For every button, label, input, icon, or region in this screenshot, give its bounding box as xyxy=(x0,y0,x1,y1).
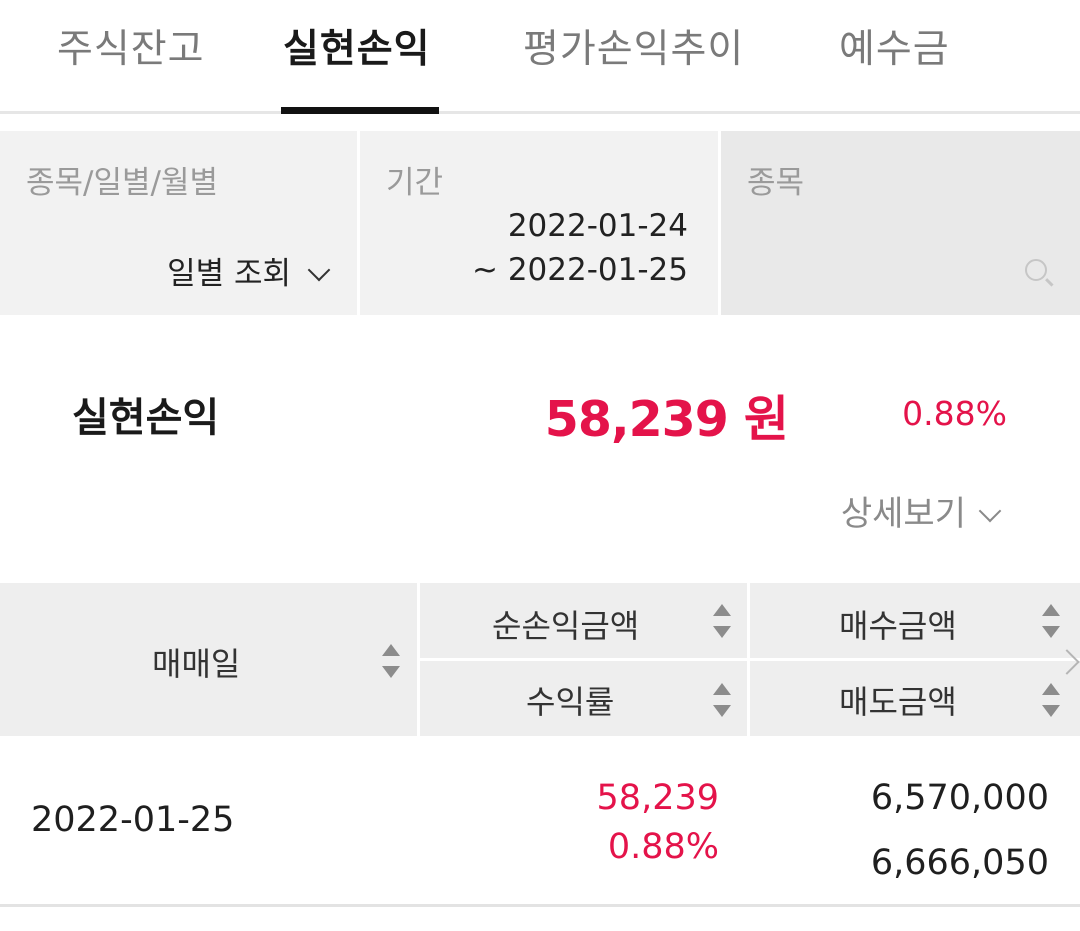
query-type-select[interactable]: 일별 조회 xyxy=(167,248,331,293)
header-buy-amount-label: 매수금액 xyxy=(839,607,957,645)
period-start: 2022-01-24 xyxy=(507,208,688,244)
sort-icon[interactable] xyxy=(1042,604,1060,638)
row-date: 2022-01-25 xyxy=(31,800,235,840)
header-return-rate[interactable]: 수익률 xyxy=(420,661,747,736)
chevron-down-icon xyxy=(978,499,1002,523)
period-end: ~ 2022-01-25 xyxy=(472,252,688,288)
stock-label: 종목 xyxy=(747,165,805,201)
tab-realized-profit[interactable]: 실현손익 xyxy=(283,18,431,74)
sort-icon[interactable] xyxy=(713,604,731,638)
period-filter[interactable]: 기간 2022-01-24 ~ 2022-01-25 xyxy=(360,131,718,315)
period-label: 기간 xyxy=(386,165,444,201)
sort-icon[interactable] xyxy=(1042,683,1060,717)
sort-icon[interactable] xyxy=(713,683,731,717)
row-divider xyxy=(0,904,1080,907)
tab-stock-balance[interactable]: 주식잔고 xyxy=(57,18,205,74)
active-tab-indicator xyxy=(281,107,439,114)
detail-toggle[interactable]: 상세보기 xyxy=(840,486,1002,535)
query-type-label: 종목/일별/월별 xyxy=(26,165,219,201)
header-return-rate-label: 수익률 xyxy=(526,683,615,721)
row-buy-amount: 6,570,000 xyxy=(870,778,1049,818)
detail-label: 상세보기 xyxy=(840,494,966,534)
query-type-filter[interactable]: 종목/일별/월별 일별 조회 xyxy=(0,131,357,315)
tab-valuation-trend[interactable]: 평가손익추이 xyxy=(523,18,744,74)
header-date-label: 매매일 xyxy=(152,645,241,683)
row-sell-amount: 6,666,050 xyxy=(870,843,1049,883)
row-return-rate: 0.88% xyxy=(607,827,719,867)
tab-bar: 주식잔고 실현손익 평가손익추이 예수금 xyxy=(0,0,1080,114)
summary-rate: 0.88% xyxy=(902,394,1007,433)
header-net-profit[interactable]: 순손익금액 xyxy=(420,583,747,658)
header-sell-amount-label: 매도금액 xyxy=(839,683,957,721)
header-sell-amount[interactable]: 매도금액 xyxy=(750,661,1080,736)
summary-label: 실현손익 xyxy=(72,395,220,441)
summary-amount: 58,239 원 xyxy=(544,391,789,448)
search-icon[interactable] xyxy=(1025,259,1047,281)
sort-icon[interactable] xyxy=(382,644,400,678)
header-net-profit-label: 순손익금액 xyxy=(492,607,640,645)
header-buy-amount[interactable]: 매수금액 xyxy=(750,583,1080,658)
stock-search-filter[interactable]: 종목 xyxy=(721,131,1080,315)
query-type-value: 일별 조회 xyxy=(167,256,291,292)
tab-deposit[interactable]: 예수금 xyxy=(839,18,950,74)
chevron-down-icon xyxy=(307,258,331,282)
header-date[interactable]: 매매일 xyxy=(0,583,417,736)
row-net-profit: 58,239 xyxy=(596,778,719,818)
